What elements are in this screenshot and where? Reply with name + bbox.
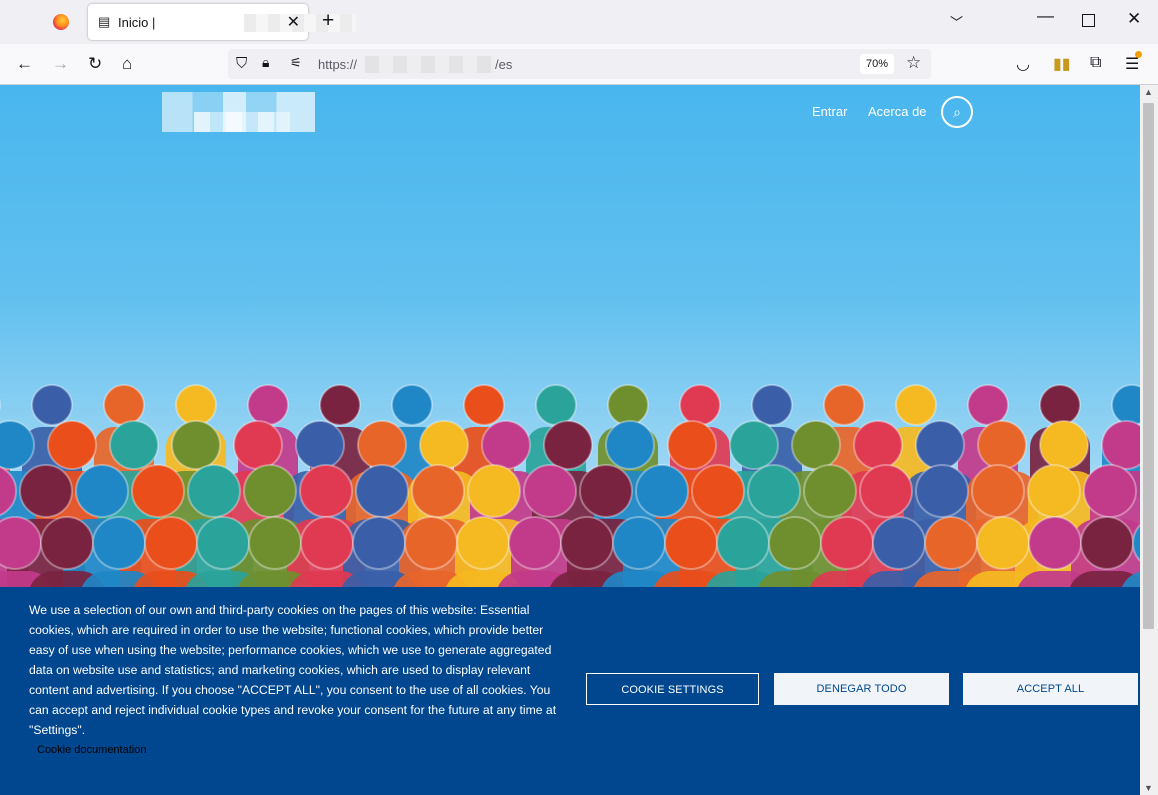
forward-icon[interactable]: →	[52, 54, 69, 74]
tab-bar: ▤ Inicio | ✕ + ﹀ — ✕	[0, 0, 1158, 44]
cookie-banner: We use a selection of our own and third-…	[0, 587, 1140, 795]
window-close-icon[interactable]: ✕	[1127, 9, 1141, 29]
url-redacted	[365, 56, 495, 73]
extensions-puzzle-icon[interactable]: ⧉	[1090, 54, 1101, 72]
site-favicon-icon: ▤	[98, 14, 111, 29]
cookie-banner-text: We use a selection of our own and third-…	[29, 603, 557, 737]
extension-books-icon[interactable]: ▮▮	[1053, 54, 1071, 74]
reload-icon[interactable]: ↻	[88, 54, 102, 74]
home-icon[interactable]: ⌂	[122, 54, 132, 74]
page-viewport: Entrar Acerca de ⌕ We use a selection of…	[0, 85, 1140, 795]
zoom-indicator[interactable]: 70%	[860, 54, 895, 74]
back-icon[interactable]: ←	[16, 54, 33, 74]
tab-title: Inicio |	[118, 15, 156, 30]
minimize-icon[interactable]: —	[1037, 6, 1054, 26]
tracking-protection-icon[interactable]: ⛉	[236, 55, 247, 72]
scrollbar-thumb[interactable]	[1143, 103, 1154, 629]
nav-bar: ← → ↻ ⌂ ⛉ 🔒︎ ⚟ https:// /es 70% ☆ ◡ ▮▮ ⧉…	[0, 44, 1158, 85]
cookie-documentation-link[interactable]: Cookie documentation	[37, 744, 146, 756]
page-scrollbar[interactable]: ▲ ▼	[1140, 85, 1158, 795]
cookie-settings-button[interactable]: COOKIE SETTINGS	[586, 673, 759, 705]
scroll-up-icon[interactable]: ▲	[1144, 87, 1153, 97]
login-link[interactable]: Entrar	[812, 104, 847, 119]
bookmark-star-icon[interactable]: ☆	[906, 53, 921, 73]
address-bar[interactable]: ⛉ 🔒︎ ⚟ https:// /es 70% ☆	[228, 49, 931, 79]
close-tab-icon[interactable]: ✕	[287, 12, 300, 32]
about-link[interactable]: Acerca de	[868, 104, 927, 119]
tab-title-redacted	[244, 14, 356, 32]
firefox-logo-icon[interactable]	[53, 14, 69, 30]
maximize-icon[interactable]	[1082, 14, 1095, 27]
new-tab-icon[interactable]: +	[322, 10, 334, 32]
list-all-tabs-icon[interactable]: ﹀	[950, 12, 963, 31]
update-badge-icon	[1135, 51, 1142, 58]
accept-all-button[interactable]: ACCEPT ALL	[963, 673, 1138, 705]
tab-active[interactable]: ▤ Inicio | ✕	[88, 4, 356, 40]
lock-icon[interactable]: 🔒︎	[262, 54, 269, 71]
hero-people-illustration	[0, 384, 1140, 588]
deny-all-button[interactable]: DENEGAR TODO	[774, 673, 949, 705]
url-prefix: https://	[318, 57, 358, 72]
search-icon[interactable]: ⌕	[941, 96, 973, 128]
permissions-icon[interactable]: ⚟	[290, 55, 302, 71]
pocket-icon[interactable]: ◡	[1016, 54, 1030, 74]
url-suffix: /es	[495, 57, 513, 72]
site-logo[interactable]	[162, 92, 315, 132]
scroll-down-icon[interactable]: ▼	[1144, 783, 1153, 793]
